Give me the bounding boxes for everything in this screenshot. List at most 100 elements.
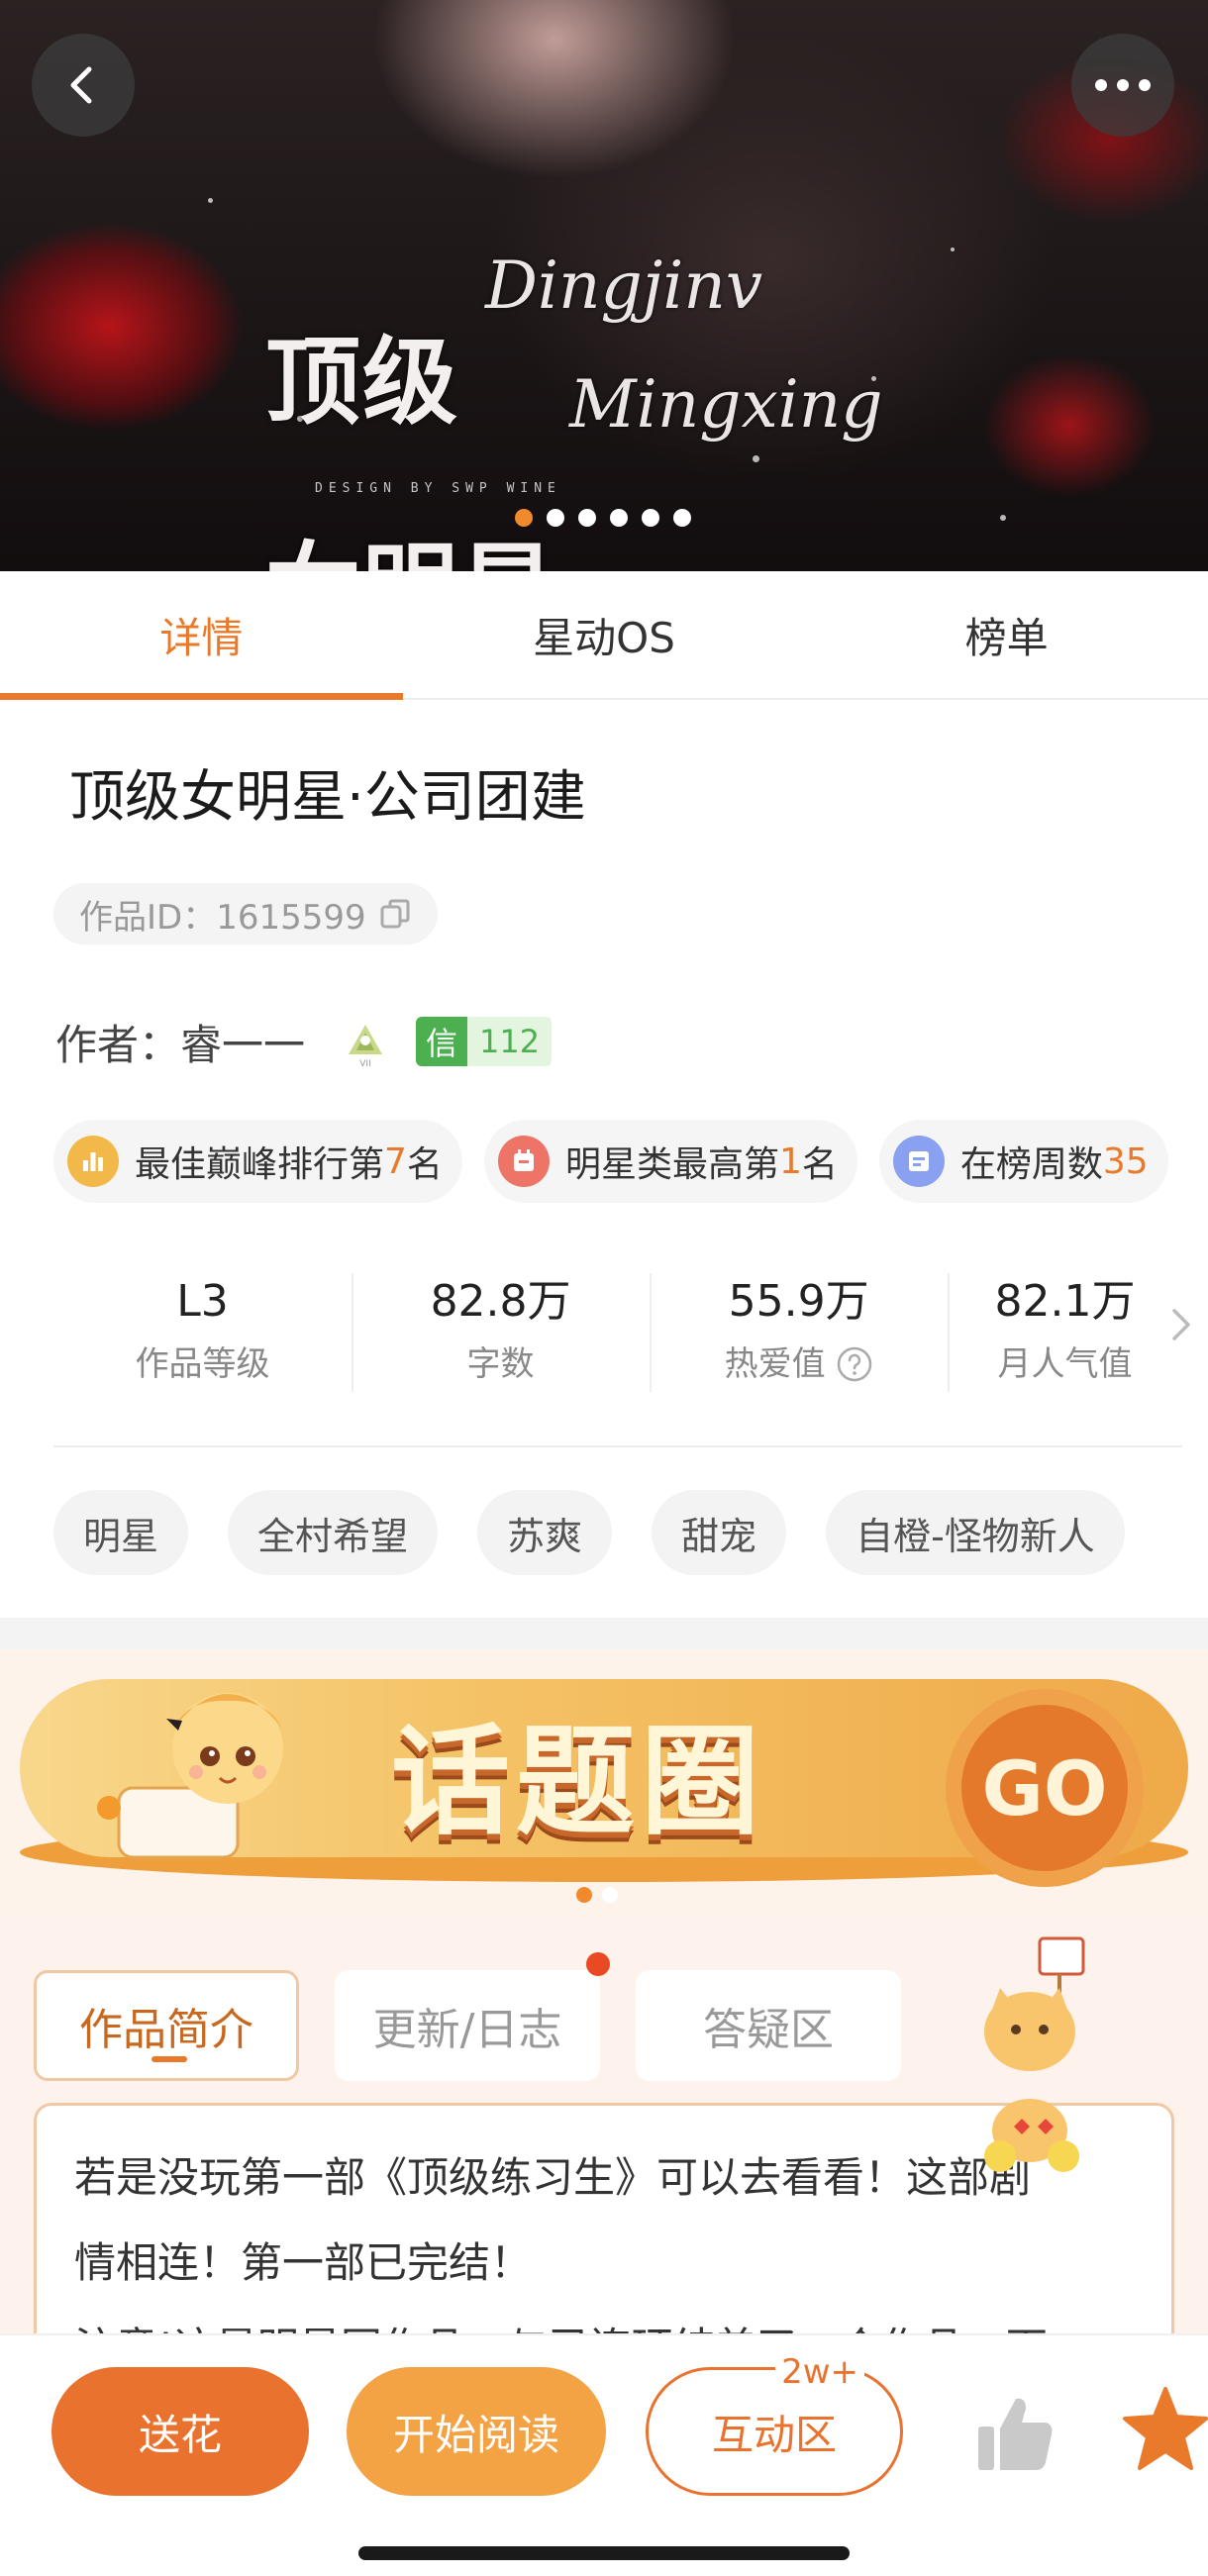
sub-tab-label: 更新/日志 (372, 2005, 562, 2055)
author-row: 作者： 睿一一 VII 信 112 (55, 1010, 553, 1073)
tag-chip[interactable]: 甜宠 (652, 1490, 787, 1575)
help-icon[interactable] (836, 1345, 873, 1383)
stat-value: 55.9万 (728, 1276, 869, 1327)
stat-label-row: 热爱值 (725, 1337, 873, 1392)
section-separator (0, 1618, 1208, 1649)
trust-score-key: 信 (416, 1017, 468, 1066)
rank-chip-peak[interactable]: 最佳巅峰排行第 7 名 (53, 1120, 462, 1203)
cover-script-line1: Dingjinv (485, 248, 763, 324)
svg-text:VII: VII (359, 1059, 370, 1068)
carousel-dot (578, 509, 596, 527)
synopsis-line: 注意!这是明星同作品，与已连环结美了一个作品一下 (74, 2306, 1136, 2333)
trust-score-badge: 信 112 (416, 1017, 553, 1066)
start-reading-button[interactable]: 开始阅读 (347, 2367, 606, 2496)
carousel-indicator (515, 509, 691, 527)
stat-love-value: 55.9万 热爱值 (650, 1267, 948, 1406)
intro-section: 作品简介 更新/日志 答疑区 若是没玩第一部《顶级练习生》可以去看看！这部剧 情… (0, 1913, 1208, 2333)
banner-dot (576, 1887, 592, 1903)
mascot-illustration-icon (97, 1693, 283, 1859)
tag-chip[interactable]: 明星 (53, 1490, 189, 1575)
rank-chip-number: 1 (778, 1140, 802, 1182)
stat-value: L3 (176, 1276, 229, 1327)
more-button[interactable] (1071, 34, 1174, 137)
interaction-count-badge: 2w+ (775, 2352, 864, 2392)
carousel-dot (547, 509, 564, 527)
author-level-badge-icon: VII (349, 1025, 383, 1068)
send-flower-button[interactable]: 送花 (51, 2367, 309, 2496)
unread-dot (586, 1952, 610, 1976)
cover-title-line2: 女明星 (265, 537, 556, 572)
interaction-zone-label: 互动区 (711, 2410, 837, 2459)
tag-chip[interactable]: 全村希望 (228, 1490, 439, 1575)
tag-chip[interactable]: 自橙-怪物新人 (826, 1490, 1125, 1575)
stat-label: 热爱值 (724, 1344, 826, 1384)
decor-speck (208, 198, 213, 203)
stat-monthly-popularity: 82.1万 月人气值 (948, 1267, 1182, 1406)
chevron-right-icon[interactable] (1166, 1303, 1196, 1346)
stat-word-count: 82.8万 字数 (352, 1267, 650, 1406)
bar-chart-icon (67, 1136, 119, 1187)
rank-chip-number: 7 (384, 1140, 407, 1182)
go-button[interactable]: GO (946, 1689, 1144, 1887)
interaction-zone-button[interactable]: 互动区 2w+ (646, 2352, 903, 2496)
rank-chips: 最佳巅峰排行第 7 名 明星类最高第 1 名 在榜周数 35 (53, 1120, 1168, 1203)
stat-value: 82.8万 (430, 1276, 571, 1327)
rank-chip-suffix: 名 (406, 1144, 443, 1185)
work-title: 顶级女明星·公司团建 (69, 765, 586, 830)
carousel-dot (673, 509, 691, 527)
back-button[interactable] (32, 34, 135, 137)
stat-level: L3 作品等级 (53, 1267, 352, 1406)
copy-icon[interactable] (378, 897, 412, 931)
banner-indicator (576, 1887, 618, 1903)
stat-label: 月人气值 (997, 1344, 1133, 1384)
rank-chip-number: 35 (1102, 1140, 1149, 1182)
divider (53, 1445, 1182, 1447)
rank-chip-prefix: 在榜周数 (959, 1144, 1103, 1185)
more-horizontal-icon (1095, 79, 1151, 91)
home-indicator (358, 2546, 850, 2560)
synopsis-line: 情相连！第一部已完结！ (74, 2238, 533, 2287)
stats-row[interactable]: L3 作品等级 82.8万 字数 55.9万 热爱值 82.1万 月人气值 (53, 1267, 1190, 1406)
tag-chip[interactable]: 苏爽 (477, 1490, 613, 1575)
chevron-left-icon (70, 66, 92, 104)
tab-xingdong-os[interactable]: 星动OS (403, 571, 806, 698)
tab-rankings[interactable]: 榜单 (805, 571, 1208, 698)
author-name[interactable]: 睿一一 (180, 1012, 305, 1072)
topic-banner-title: 话题圈 (391, 1712, 765, 1851)
tab-details[interactable]: 详情 (0, 571, 403, 700)
stat-label: 字数 (466, 1344, 535, 1384)
banner-dot (602, 1887, 618, 1903)
thumbs-up-icon[interactable] (972, 2391, 1057, 2476)
decor-speck (1000, 515, 1006, 521)
sub-tab-update-log[interactable]: 更新/日志 (335, 1952, 610, 2081)
star-icon[interactable] (1123, 2385, 1208, 2474)
rank-chip-prefix: 最佳巅峰排行第 (135, 1144, 385, 1185)
tag-list: 明星 全村希望 苏爽 甜宠 自橙-怪物新人 (53, 1490, 1125, 1575)
carousel-dot (642, 509, 659, 527)
top-tab-bar: 详情 星动OS 榜单 (0, 571, 1208, 700)
decor-speck (951, 248, 955, 251)
sub-tab-synopsis[interactable]: 作品简介 (34, 1970, 299, 2081)
cover-design-credit: DESIGN BY SWP WINE (315, 481, 561, 496)
carousel-dot (610, 509, 628, 527)
author-label: 作者： (55, 1020, 181, 1069)
go-button-label: GO (961, 1705, 1128, 1871)
carousel-dot (515, 509, 533, 527)
rank-chip-category[interactable]: 明星类最高第 1 名 (483, 1120, 857, 1203)
stat-label: 作品等级 (135, 1344, 270, 1384)
hero-banner[interactable]: 顶级 女明星 Dingjinv Mingxing DESIGN BY SWP W… (0, 0, 1208, 571)
rank-chip-prefix: 明星类最高第 (564, 1144, 779, 1185)
decor-speck (753, 455, 759, 462)
intro-sub-tabs: 作品简介 更新/日志 答疑区 (34, 1952, 901, 2081)
sub-tab-qa[interactable]: 答疑区 (636, 1970, 901, 2081)
stat-value: 82.1万 (994, 1276, 1136, 1327)
rank-chip-suffix: 名 (801, 1144, 838, 1185)
work-id-text: 作品ID：1615599 (79, 897, 366, 938)
bottom-action-bar: 送花 开始阅读 互动区 2w+ (0, 2333, 1208, 2576)
rank-chip-weeks[interactable]: 在榜周数 35 (878, 1120, 1168, 1203)
work-id-chip[interactable]: 作品ID：1615599 (53, 883, 438, 944)
cover-title-line1: 顶级 (265, 326, 459, 438)
cheering-mascot-icon[interactable] (931, 1913, 1129, 2210)
cover-script-line2: Mingxing (569, 366, 883, 443)
topic-circle-banner[interactable]: 话题圈 GO (0, 1649, 1208, 1913)
